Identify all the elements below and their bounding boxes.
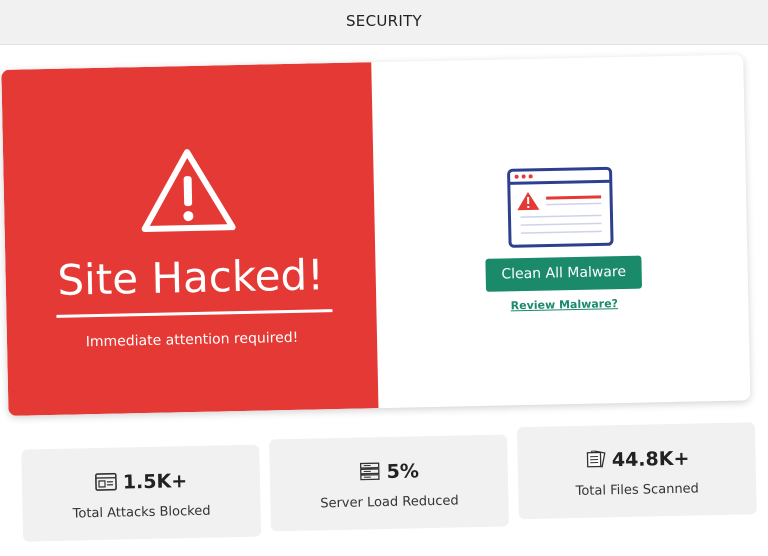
security-status-card: Site Hacked! Immediate attention require… (1, 54, 750, 415)
alert-underline (56, 309, 332, 318)
stat-card-attacks: 1.5K+ Total Attacks Blocked (21, 445, 261, 542)
alert-title: Site Hacked! (5, 250, 376, 306)
stat-value: 1.5K+ (123, 470, 188, 493)
warning-triangle-icon (137, 145, 239, 235)
stat-value: 5% (386, 460, 419, 483)
clean-all-malware-button[interactable]: Clean All Malware (485, 256, 642, 292)
alert-subtitle: Immediate attention required! (7, 328, 377, 352)
stat-label: Total Attacks Blocked (22, 503, 260, 523)
review-malware-link[interactable]: Review Malware? (486, 297, 642, 313)
stat-card-server-load: 5% Server Load Reduced (269, 434, 509, 531)
firewall-browser-icon (95, 473, 117, 491)
server-icon (358, 462, 380, 480)
stat-label: Server Load Reduced (270, 492, 508, 512)
browser-warning-icon (505, 165, 615, 249)
hacked-alert-panel: Site Hacked! Immediate attention require… (1, 62, 378, 416)
security-dashboard: Site Hacked! Immediate attention require… (0, 0, 768, 556)
malware-action-panel: Clean All Malware Review Malware? (371, 54, 750, 408)
stat-card-files-scanned: 44.8K+ Total Files Scanned (517, 422, 757, 519)
stat-value: 44.8K+ (612, 448, 690, 472)
stat-label: Total Files Scanned (518, 480, 756, 500)
files-icon (584, 450, 606, 468)
